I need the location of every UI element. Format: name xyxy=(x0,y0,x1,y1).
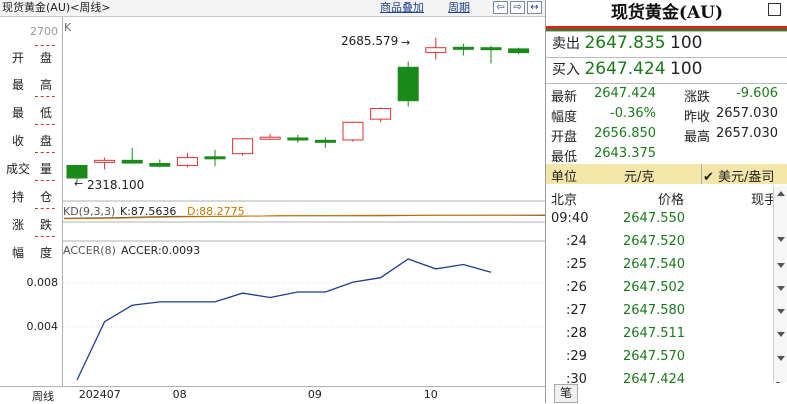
kd-k-value: K:87.5636 xyxy=(120,205,177,218)
candle-body xyxy=(425,47,447,53)
scroll-up-icon xyxy=(777,191,785,196)
stat-label-change: 涨跌 xyxy=(684,90,711,105)
stat-value-prevclose: 2657.030 xyxy=(715,106,778,121)
candle-body xyxy=(370,108,392,120)
stat-label-open: 开盘 xyxy=(551,130,578,145)
accer-title: ACCER(8) xyxy=(63,244,116,257)
candle-body xyxy=(94,159,116,163)
stat-value-change: -9.606 xyxy=(736,86,778,101)
tick-row: :252647.5400 xyxy=(546,254,787,277)
stat-label-last: 最新 xyxy=(551,90,578,105)
stat-label-prevclose: 昨收 xyxy=(684,110,711,125)
low-arrow-icon: ← xyxy=(74,177,84,190)
accer-line xyxy=(76,258,492,381)
tick-price: 2647.511 xyxy=(623,326,686,341)
tick-row: :262647.5020 xyxy=(546,277,787,300)
high-arrow-icon: → xyxy=(401,36,411,49)
candlestick-chart-svg xyxy=(63,37,546,381)
window-box-icon[interactable] xyxy=(768,3,781,16)
chart-toolbar: 现货黄金(AU)<周线> 商品叠加 周期 ⇦ ⇨ ↔ xyxy=(0,0,545,17)
period-button[interactable]: 周期 xyxy=(448,1,470,15)
stat-value-high: 2657.030 xyxy=(715,126,778,141)
tick-row: :292647.5700 xyxy=(546,346,787,369)
tick-price: 2647.580 xyxy=(623,303,686,318)
candle-body xyxy=(204,156,226,160)
stat-value-last: 2647.424 xyxy=(594,86,657,101)
stat-label-pct: 幅度 xyxy=(551,110,578,125)
scroll-down-icon xyxy=(777,237,785,242)
scroll-right-icon[interactable]: ⇨ xyxy=(510,1,525,14)
x-tick-oct: 10 xyxy=(423,388,438,401)
tab-ticks[interactable]: 笔 xyxy=(554,384,578,403)
x-tick-jul: 202407 xyxy=(78,388,121,401)
tick-row: 09:402647.5500 xyxy=(546,208,787,231)
buy-quote: 买入 2647.424 100 xyxy=(552,59,703,79)
candle-body xyxy=(314,139,336,143)
tick-price: 2647.424 xyxy=(623,372,686,387)
tick-table-header: 北京 价格 现手 xyxy=(551,193,778,208)
tick-time: :25 xyxy=(566,257,587,272)
low-label: 2318.100 xyxy=(87,178,145,192)
candle-body xyxy=(452,46,474,50)
stat-value-low: 2643.375 xyxy=(594,146,657,161)
x-tick-aug: 08 xyxy=(172,388,187,401)
tick-row: :302647.4240 xyxy=(546,369,787,392)
tick-price: 2647.570 xyxy=(623,349,686,364)
tick-time: :29 xyxy=(566,349,587,364)
overlay-button[interactable]: 商品叠加 xyxy=(380,1,424,15)
stat-value-pct: -0.36% xyxy=(610,106,656,121)
candle-body xyxy=(259,136,281,140)
quote-panel: 现货黄金(AU) 卖出 2647.835 100 买入 2647.424 100… xyxy=(545,0,787,403)
tick-price: 2647.540 xyxy=(623,257,686,272)
tick-row: :282647.5110 xyxy=(546,323,787,346)
candle-body xyxy=(149,162,171,167)
candle-body xyxy=(508,48,530,54)
kd-title: KD(9,3,3) xyxy=(63,205,116,218)
tick-row: :272647.5800 xyxy=(546,300,787,323)
left-info-column: 2700 开盘 最高 最低 收盘 成交量 持仓 涨跌 幅度 0.008 0.00… xyxy=(0,17,63,386)
stat-label-low: 最低 xyxy=(551,150,578,165)
high-label: 2685.579 xyxy=(341,34,399,48)
k-label: K xyxy=(64,21,72,34)
zoom-icon[interactable]: ↔ xyxy=(527,1,542,14)
unit-label: 单位 xyxy=(551,170,578,185)
unit-value: 元/克 xyxy=(624,170,655,185)
unit-bar: 单位 元/克 ✔ 美元/盎司 xyxy=(546,164,787,185)
x-tick-sep: 09 xyxy=(307,388,322,401)
tick-time: 09:40 xyxy=(551,211,589,226)
chart-area[interactable]: K 2685.579 → ← 2318.100 KD(9,3,3) K:87.5… xyxy=(63,17,546,386)
candle-body xyxy=(287,137,309,141)
stat-value-open: 2656.850 xyxy=(594,126,657,141)
unit-alt-toggle[interactable]: ✔ 美元/盎司 xyxy=(703,166,774,185)
accer-axis-tick-004: 0.004 xyxy=(26,320,59,333)
scroll-left-icon[interactable]: ⇦ xyxy=(493,1,508,14)
stat-label-high: 最高 xyxy=(684,130,711,145)
accer-value: ACCER:0.0093 xyxy=(121,244,201,257)
candle-body xyxy=(342,121,364,141)
candle-body xyxy=(121,159,143,164)
candle-body xyxy=(397,66,419,102)
price-axis-top-tick: 2700 xyxy=(30,25,58,38)
chart-title: 现货黄金(AU)<周线> xyxy=(2,1,111,14)
sell-quote: 卖出 2647.835 100 xyxy=(552,33,703,53)
tick-row: :242647.5200 xyxy=(546,231,787,254)
period-label: 周线 xyxy=(32,390,54,403)
tick-time: :26 xyxy=(566,280,587,295)
tick-price: 2647.502 xyxy=(623,280,686,295)
x-axis: 周线 202407 08 09 10 xyxy=(0,386,545,404)
tick-time: :27 xyxy=(566,303,587,318)
tick-time: :24 xyxy=(566,234,587,249)
accer-axis-tick-008: 0.008 xyxy=(26,276,59,289)
candle-body xyxy=(232,138,254,155)
tick-scrollbar[interactable] xyxy=(773,186,787,382)
tick-price: 2647.520 xyxy=(623,234,686,249)
candle-body xyxy=(480,47,502,51)
quote-title: 现货黄金(AU) xyxy=(546,0,787,31)
tick-time: :28 xyxy=(566,326,587,341)
candle-body xyxy=(176,157,198,166)
tick-price: 2647.550 xyxy=(623,211,686,226)
kd-d-value: D:88.2775 xyxy=(187,205,245,218)
